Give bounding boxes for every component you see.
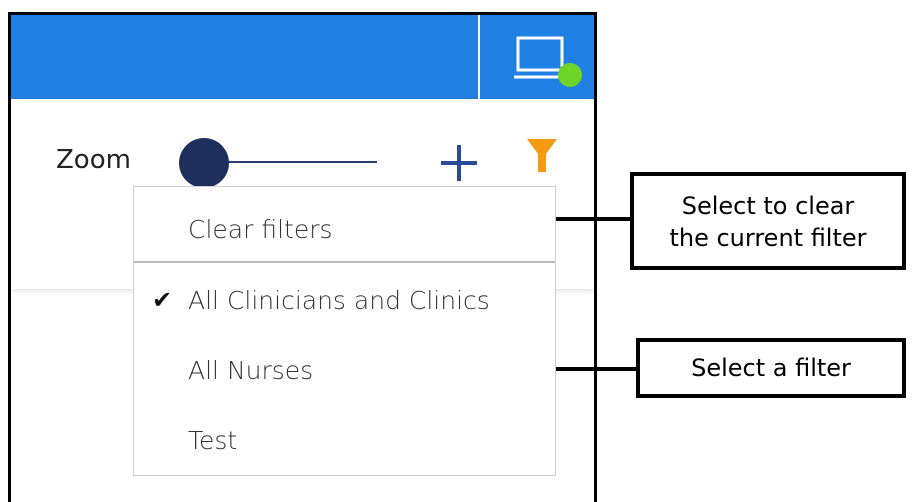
filter-item-label: All Clinicians and Clinics — [188, 286, 490, 315]
filter-item-all-clinicians[interactable]: ✔ All Clinicians and Clinics — [134, 280, 555, 320]
filter-item-test[interactable]: Test — [134, 420, 555, 460]
clear-filters-label: Clear filters — [188, 215, 333, 244]
check-icon: ✔ — [152, 286, 173, 314]
callout-select-filter: Select a filter — [636, 338, 906, 398]
filter-dropdown: Clear filters ✔ All Clinicians and Clini… — [133, 186, 556, 476]
menu-divider — [134, 261, 555, 263]
zoom-label: Zoom — [56, 145, 131, 175]
filter-item-all-nurses[interactable]: All Nurses — [134, 350, 555, 390]
app-window: Zoom Clear filters ✔ All Clinicians and … — [8, 12, 597, 502]
filter-icon[interactable] — [527, 139, 557, 175]
callout-clear-filter: Select to clear the current filter — [630, 172, 906, 270]
screen-online-icon[interactable] — [511, 33, 585, 91]
topbar-divider — [478, 15, 480, 99]
zoom-slider-thumb[interactable] — [179, 138, 229, 188]
clear-filters-item[interactable]: Clear filters — [134, 209, 555, 249]
top-bar — [11, 15, 594, 99]
plus-icon[interactable] — [439, 143, 479, 183]
callout-clear-line2: the current filter — [669, 224, 867, 252]
callout-select-text: Select a filter — [691, 354, 851, 382]
callout-clear-line1: Select to clear — [681, 192, 855, 220]
filter-item-label: All Nurses — [188, 356, 314, 385]
filter-item-label: Test — [188, 426, 238, 455]
